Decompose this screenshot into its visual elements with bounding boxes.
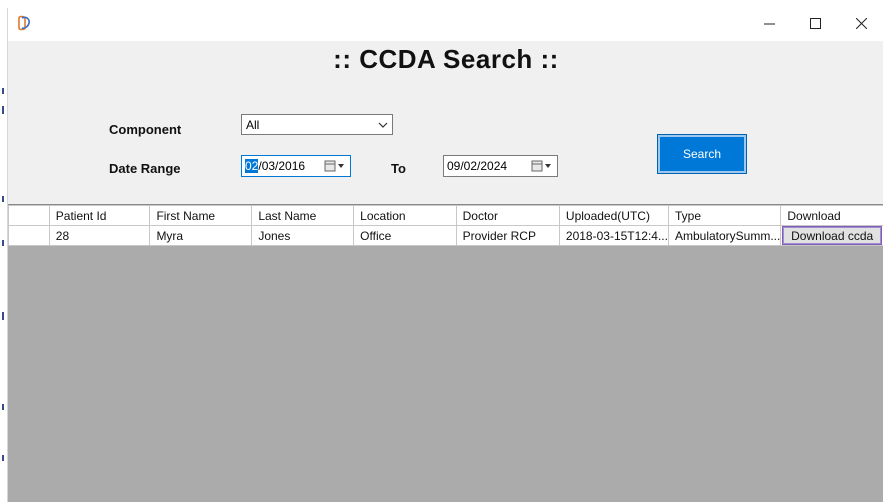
minimize-button[interactable] xyxy=(746,8,792,41)
component-value: All xyxy=(246,118,260,132)
minimize-icon xyxy=(763,16,775,34)
date-from-rest: /03/2016 xyxy=(258,159,306,173)
date-to-picker[interactable]: 09/02/2024 xyxy=(443,155,558,177)
title-bar[interactable] xyxy=(8,8,883,41)
to-label: To xyxy=(391,161,406,176)
cell-first-name[interactable]: Myra xyxy=(149,225,253,246)
row-header[interactable] xyxy=(8,225,50,246)
results-table: Patient Id First Name Last Name Location… xyxy=(8,205,883,246)
maximize-button[interactable] xyxy=(792,8,838,41)
download-ccda-button[interactable]: Download ccda xyxy=(782,226,882,245)
cell-patient-id[interactable]: 28 xyxy=(48,225,151,246)
date-range-label: Date Range xyxy=(109,161,181,176)
date-from-picker[interactable]: 02/03/2016 xyxy=(241,155,351,177)
maximize-icon xyxy=(809,16,821,34)
component-label: Component xyxy=(109,122,182,137)
close-button[interactable] xyxy=(838,8,883,41)
chevron-down-icon xyxy=(376,119,390,131)
row-header-corner xyxy=(8,205,50,226)
cell-location[interactable]: Office xyxy=(353,225,457,246)
date-from-selected-segment: 02 xyxy=(245,159,259,173)
calendar-dropdown-icon[interactable] xyxy=(531,159,553,173)
ccda-logo-icon xyxy=(16,15,32,31)
left-edge-strip xyxy=(0,0,7,502)
column-header-doctor[interactable]: Doctor xyxy=(455,205,560,226)
cell-last-name[interactable]: Jones xyxy=(251,225,355,246)
search-button[interactable]: Search xyxy=(657,134,747,174)
column-header-patient-id[interactable]: Patient Id xyxy=(48,205,151,226)
close-icon xyxy=(855,16,867,34)
results-grid: Patient Id First Name Last Name Location… xyxy=(8,204,883,502)
table-row[interactable]: 28 Myra Jones Office Provider RCP 2018-0… xyxy=(8,225,883,246)
app-window: :: CCDA Search :: Component All Date Ran… xyxy=(7,8,883,502)
column-header-last-name[interactable]: Last Name xyxy=(251,205,355,226)
cell-type[interactable]: AmbulatorySumm... xyxy=(667,225,782,246)
page-title: :: CCDA Search :: xyxy=(333,44,559,74)
column-header-download[interactable]: Download xyxy=(780,205,883,226)
date-to-value: 09/02/2024 xyxy=(447,159,508,173)
calendar-dropdown-icon[interactable] xyxy=(324,159,346,173)
table-header-row: Patient Id First Name Last Name Location… xyxy=(8,205,883,226)
column-header-uploaded[interactable]: Uploaded(UTC) xyxy=(558,205,669,226)
column-header-type[interactable]: Type xyxy=(667,205,782,226)
component-select[interactable]: All xyxy=(241,114,393,135)
cell-doctor[interactable]: Provider RCP xyxy=(455,225,560,246)
column-header-first-name[interactable]: First Name xyxy=(149,205,253,226)
cell-uploaded[interactable]: 2018-03-15T12:4... xyxy=(558,225,669,246)
cell-download: Download ccda xyxy=(780,225,883,246)
column-header-location[interactable]: Location xyxy=(353,205,457,226)
